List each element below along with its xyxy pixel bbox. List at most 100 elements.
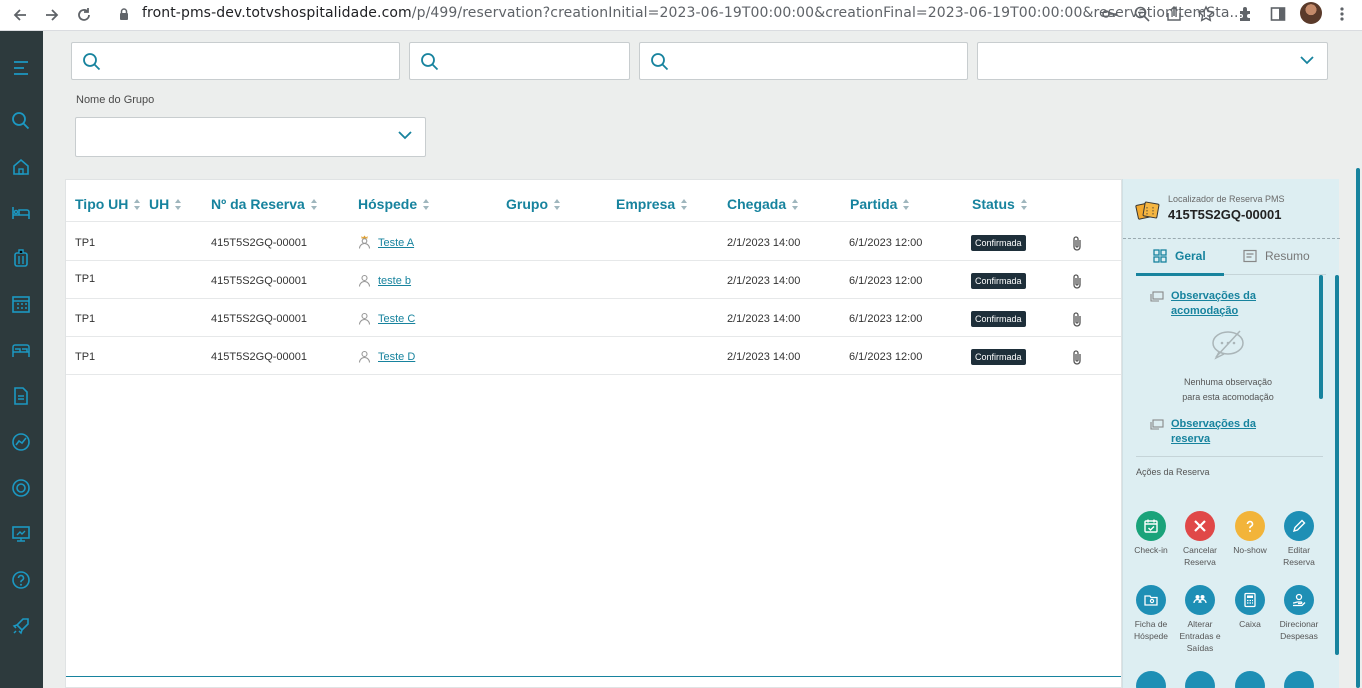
action-label: Ficha de Hóspede — [1133, 619, 1169, 641]
header-label: Partida — [850, 196, 898, 212]
help-icon[interactable] — [10, 569, 32, 591]
redirect-expenses-button[interactable]: Direcionar Despesas — [1274, 585, 1324, 642]
paperclip-icon[interactable] — [1071, 349, 1083, 366]
cell-reserva: 415T5S2GQ-00001 — [211, 313, 308, 325]
lock-icon[interactable] — [114, 4, 134, 24]
paperclip-icon[interactable] — [1071, 273, 1083, 290]
tab-resumo[interactable]: Resumo — [1243, 249, 1310, 263]
app-sidebar — [0, 31, 43, 688]
rocket-icon[interactable] — [10, 615, 32, 637]
profile-avatar[interactable] — [1300, 2, 1322, 24]
table-row[interactable]: TP1 415T5S2GQ-00001 Teste A 2/1/2023 14:… — [66, 223, 1121, 261]
home-icon[interactable] — [10, 156, 32, 178]
document-icon[interactable] — [10, 385, 32, 407]
star-icon[interactable] — [1196, 4, 1216, 24]
cell-reserva: 415T5S2GQ-00001 — [211, 275, 308, 287]
checkin-button[interactable]: Check-in — [1126, 511, 1176, 556]
action-button[interactable] — [1175, 671, 1225, 688]
panel-scrollbar[interactable] — [1335, 275, 1339, 655]
menu-icon[interactable] — [10, 57, 32, 79]
localizador-number: 415T5S2GQ-00001 — [1168, 207, 1282, 222]
header-hospede[interactable]: Hóspede — [358, 196, 430, 212]
cell-partida: 6/1/2023 12:00 — [849, 237, 923, 249]
bed-icon[interactable] — [10, 201, 32, 223]
table-footer-line — [66, 676, 1121, 677]
table-row[interactable]: TP1 415T5S2GQ-00001 Teste D 2/1/2023 14:… — [66, 337, 1121, 375]
luggage-icon[interactable] — [10, 247, 32, 269]
header-uh[interactable]: UH — [149, 196, 182, 212]
header-grupo[interactable]: Grupo — [506, 196, 561, 212]
sort-icon — [1020, 198, 1028, 210]
guest-card-icon — [1136, 585, 1166, 615]
status-badge: Confirmada — [971, 349, 1026, 365]
guest-link[interactable]: teste b — [378, 275, 411, 287]
header-tipo-uh[interactable]: Tipo UH — [75, 196, 141, 212]
header-empresa[interactable]: Empresa — [616, 196, 688, 212]
people-icon — [1185, 585, 1215, 615]
sort-icon — [423, 198, 430, 210]
header-chegada[interactable]: Chegada — [727, 196, 799, 212]
header-status[interactable]: Status — [972, 196, 1028, 212]
table-row[interactable]: TP1 415T5S2GQ-00001 teste b 2/1/2023 14:… — [66, 261, 1121, 299]
cell-tipo: TP1 — [75, 313, 96, 325]
guest-link[interactable]: Teste C — [378, 313, 415, 325]
calendar-icon[interactable] — [10, 293, 32, 315]
active-tab-indicator — [1136, 273, 1224, 276]
key-icon[interactable] — [1100, 4, 1120, 24]
status-select[interactable] — [977, 42, 1328, 80]
reservation-detail-panel: Localizador de Reserva PMS 415T5S2GQ-000… — [1122, 179, 1340, 688]
caixa-button[interactable]: Caixa — [1225, 585, 1275, 630]
guest-card-button[interactable]: Ficha de Hóspede — [1126, 585, 1176, 642]
extensions-icon[interactable] — [1236, 4, 1256, 24]
action-icon — [1235, 671, 1265, 688]
search-field-3[interactable] — [639, 42, 968, 80]
share-icon[interactable] — [1164, 4, 1184, 24]
header-reserva[interactable]: Nº da Reserva — [211, 196, 318, 212]
cell-tipo: TP1 — [75, 351, 96, 363]
sort-icon — [903, 198, 910, 210]
cell-reserva: 415T5S2GQ-00001 — [211, 351, 308, 363]
kebab-menu-icon[interactable] — [1332, 4, 1352, 24]
action-icon — [1136, 671, 1166, 688]
paperclip-icon[interactable] — [1071, 311, 1083, 328]
no-show-button[interactable]: No-show — [1225, 511, 1275, 556]
search-icon[interactable] — [10, 110, 32, 132]
search-field-1[interactable] — [71, 42, 400, 80]
dashboard-icon[interactable] — [10, 523, 32, 545]
header-partida[interactable]: Partida — [850, 196, 910, 212]
guest-link[interactable]: Teste A — [378, 237, 414, 249]
tab-geral[interactable]: Geral — [1153, 249, 1206, 263]
action-label: Caixa — [1239, 619, 1261, 629]
cancel-reservation-button[interactable]: Cancelar Reserva — [1175, 511, 1225, 568]
address-bar[interactable]: front-pms-dev.totvshospitalidade.com/p/4… — [142, 4, 1243, 22]
guest-link[interactable]: Teste D — [378, 351, 415, 363]
cell-tipo: TP1 — [75, 237, 96, 249]
chevron-down-icon — [398, 131, 412, 140]
sidepanel-icon[interactable] — [1268, 4, 1288, 24]
header-label: Grupo — [506, 196, 548, 212]
status-badge: Confirmada — [971, 273, 1026, 289]
search-field-2[interactable] — [409, 42, 630, 80]
back-icon[interactable] — [10, 5, 30, 25]
paperclip-icon[interactable] — [1071, 235, 1083, 252]
target-icon[interactable] — [10, 477, 32, 499]
change-dates-button[interactable]: Alterar Entradas e Saídas — [1175, 585, 1225, 654]
panel-tabs: Geral Resumo — [1136, 245, 1326, 276]
chart-icon[interactable] — [10, 431, 32, 453]
edit-reservation-button[interactable]: Editar Reserva — [1274, 511, 1324, 568]
table-row[interactable]: TP1 415T5S2GQ-00001 Teste C 2/1/2023 14:… — [66, 299, 1121, 337]
forward-icon[interactable] — [42, 5, 62, 25]
action-button[interactable] — [1274, 671, 1324, 688]
obs-acomodacao-link[interactable]: Observações da acomodação — [1171, 289, 1281, 319]
page-scrollbar[interactable] — [1356, 168, 1360, 688]
obs-reserva-link[interactable]: Observações da reserva — [1171, 417, 1281, 447]
room-bed-icon[interactable] — [10, 339, 32, 361]
action-label: Check-in — [1134, 545, 1168, 555]
grupo-select[interactable] — [75, 117, 426, 157]
zoom-icon[interactable] — [1132, 4, 1152, 24]
action-button[interactable] — [1225, 671, 1275, 688]
reload-icon[interactable] — [74, 5, 94, 25]
inner-scrollbar[interactable] — [1319, 275, 1323, 399]
sort-icon — [792, 198, 799, 210]
action-button[interactable] — [1126, 671, 1176, 688]
